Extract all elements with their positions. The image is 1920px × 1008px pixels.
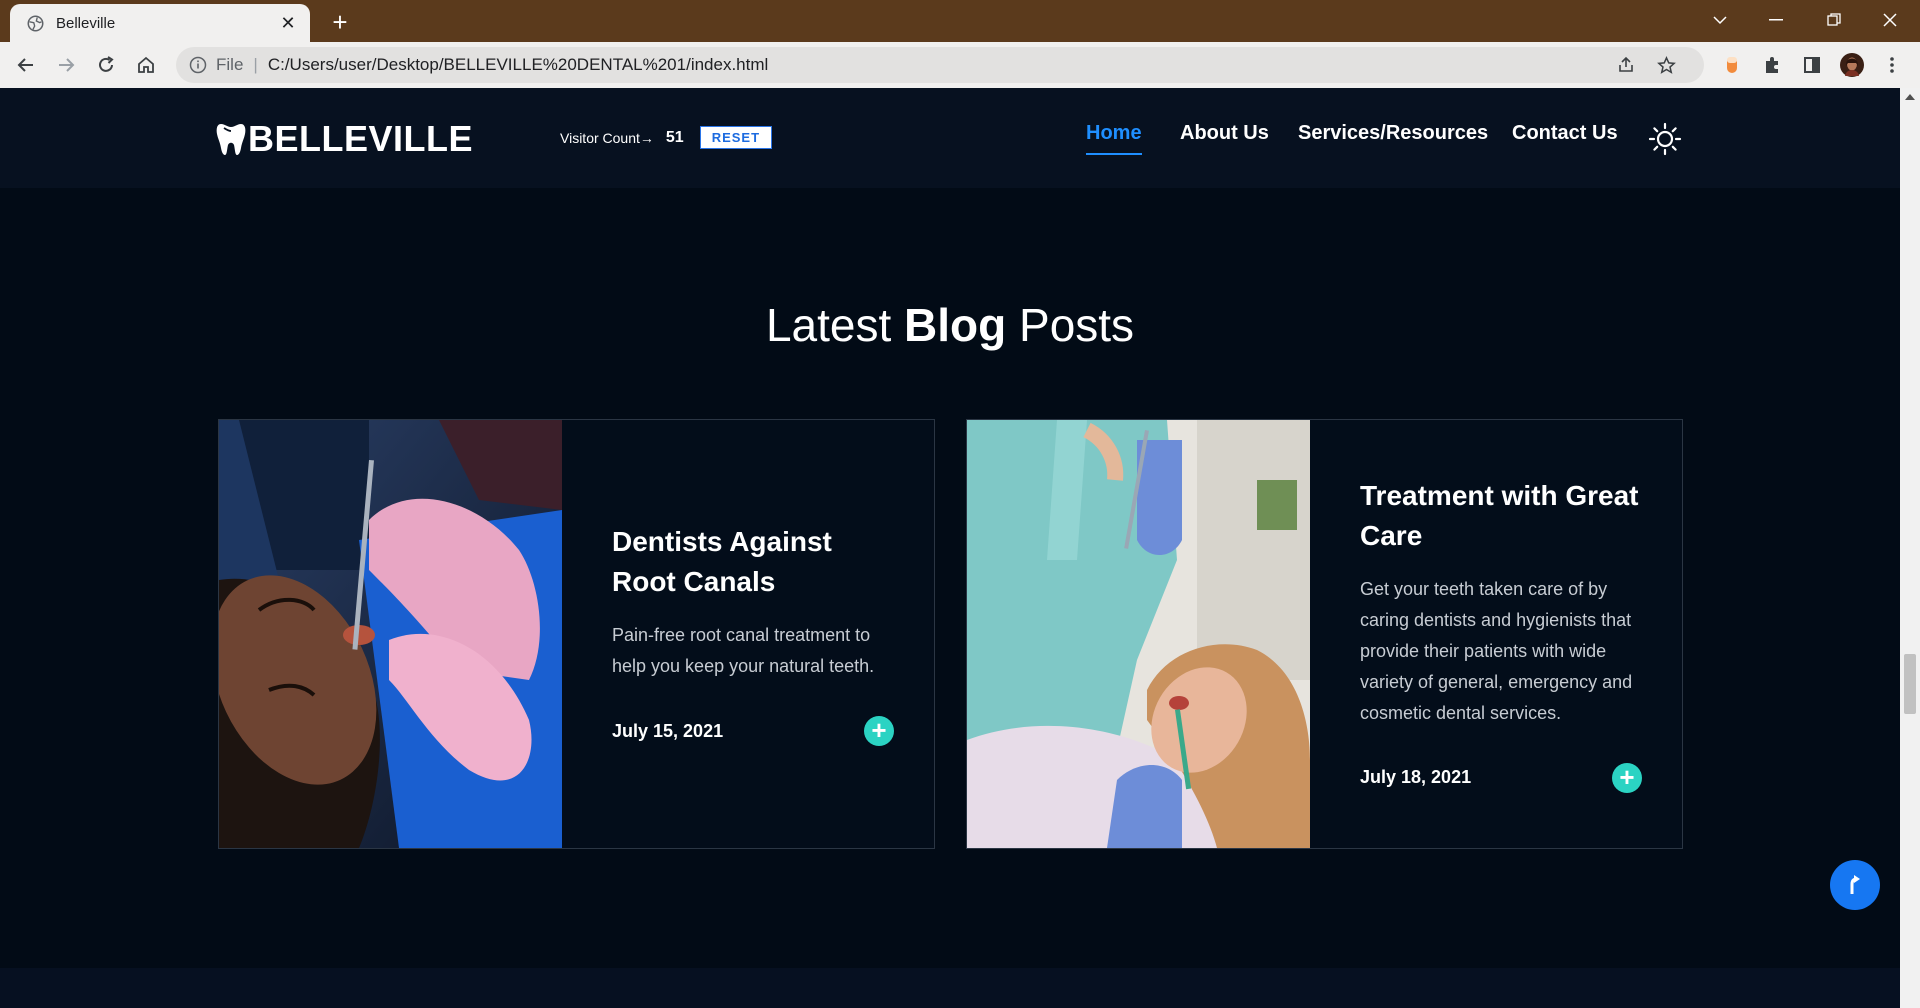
blog-post-excerpt: Get your teeth taken care of by caring d… [1360,578,1633,723]
page-viewport: BELLEVILLE Visitor Count→ 51 RESET Home … [0,88,1900,1008]
extension-orange-icon[interactable] [1718,51,1746,79]
star-icon[interactable] [1652,47,1680,83]
nav-link-contact-us[interactable]: Contact Us [1512,122,1618,153]
nav-contact[interactable]: Contact Us [1512,122,1618,153]
blog-post-date: July 15, 2021 [612,720,724,741]
url-scheme-label: File [216,55,244,74]
blog-post-excerpt: Pain-free root canal treatment to help y… [612,625,875,676]
info-icon[interactable] [188,55,208,75]
blog-post-title[interactable]: Treatment with Great Care [1360,476,1642,556]
scroll-up-arrow-icon[interactable] [1905,94,1915,100]
page-scrollbar[interactable] [1900,88,1920,1008]
close-icon[interactable] [1862,0,1918,40]
browser-tab[interactable]: Belleville ✕ [10,4,310,42]
section-title-bold: Blog [904,299,1007,351]
blog-card: Treatment with Great Care Get your teeth… [966,419,1683,849]
minimize-icon[interactable] [1748,0,1804,40]
blog-card-body: Dentists Against Root Canals Pain-free r… [562,420,934,848]
read-more-plus-button[interactable]: + [864,716,894,746]
visitor-count-label: Visitor Count→ [560,129,654,146]
next-section-edge [0,968,1900,1008]
blog-post-meta: July 18, 2021 + [1360,762,1642,793]
section-title-post: Posts [1019,299,1135,351]
back-to-top-button[interactable] [1830,860,1880,910]
nav-link-about-us[interactable]: About Us [1180,122,1269,153]
blog-post-title[interactable]: Dentists Against Root Canals [612,522,894,602]
home-icon[interactable] [132,51,160,79]
blog-post-image [967,420,1310,848]
profile-avatar[interactable] [1838,51,1866,79]
read-more-plus-button[interactable]: + [1612,762,1642,793]
tooth-icon [216,124,246,155]
arrow-up-icon [1850,875,1860,894]
tab-close-icon[interactable]: ✕ [278,13,298,33]
blog-post-date: July 18, 2021 [1360,767,1472,787]
globe-icon [26,14,44,32]
browser-tab-bar: Belleville ✕ + [0,0,1920,42]
visitor-count-value: 51 [665,128,684,146]
reset-button[interactable]: RESET [699,126,773,149]
address-bar[interactable]: File | C:/Users/user/Desktop/BELLEVILLE%… [176,47,1704,83]
puzzle-icon[interactable] [1758,51,1786,79]
chevron-down-icon[interactable] [1692,0,1748,40]
blog-post-image [219,420,562,848]
new-tab-button[interactable]: + [326,8,354,36]
reload-icon[interactable] [92,51,120,79]
scrollbar-thumb[interactable] [1904,654,1916,714]
logo-text: BELLEVILLE [248,118,474,159]
url-text[interactable]: C:/Users/user/Desktop/BELLEVILLE%20DENTA… [268,55,768,75]
share-icon[interactable] [1612,47,1640,83]
nav-home[interactable]: Home [1086,122,1142,155]
blog-post-meta: July 15, 2021 + [612,716,894,746]
blog-card: Dentists Against Root Canals Pain-free r… [218,419,935,849]
forward-arrow-icon[interactable] [52,51,80,79]
site-header: BELLEVILLE Visitor Count→ 51 RESET Home … [0,88,1900,188]
browser-toolbar: File | C:/Users/user/Desktop/BELLEVILLE%… [0,42,1920,88]
section-title: Latest Blog Posts [0,298,1900,352]
back-arrow-icon[interactable] [12,51,40,79]
menu-dots-icon[interactable] [1878,51,1906,79]
nav-about[interactable]: About Us [1180,122,1269,153]
blog-card-body: Treatment with Great Care Get your teeth… [1310,420,1682,848]
sun-icon[interactable] [1648,122,1682,156]
restore-icon[interactable] [1806,0,1862,40]
nav-link-home[interactable]: Home [1086,122,1142,155]
nav-link-services-resources[interactable]: Services/Resources [1298,122,1488,153]
site-logo[interactable]: BELLEVILLE [216,118,473,160]
visitor-counter: Visitor Count→ 51 RESET [560,126,773,149]
section-title-pre: Latest [765,299,892,351]
sidebar-icon[interactable] [1798,51,1826,79]
url-separator: | [253,55,258,74]
tab-title: Belleville [56,14,116,32]
nav-services[interactable]: Services/Resources [1298,122,1488,153]
